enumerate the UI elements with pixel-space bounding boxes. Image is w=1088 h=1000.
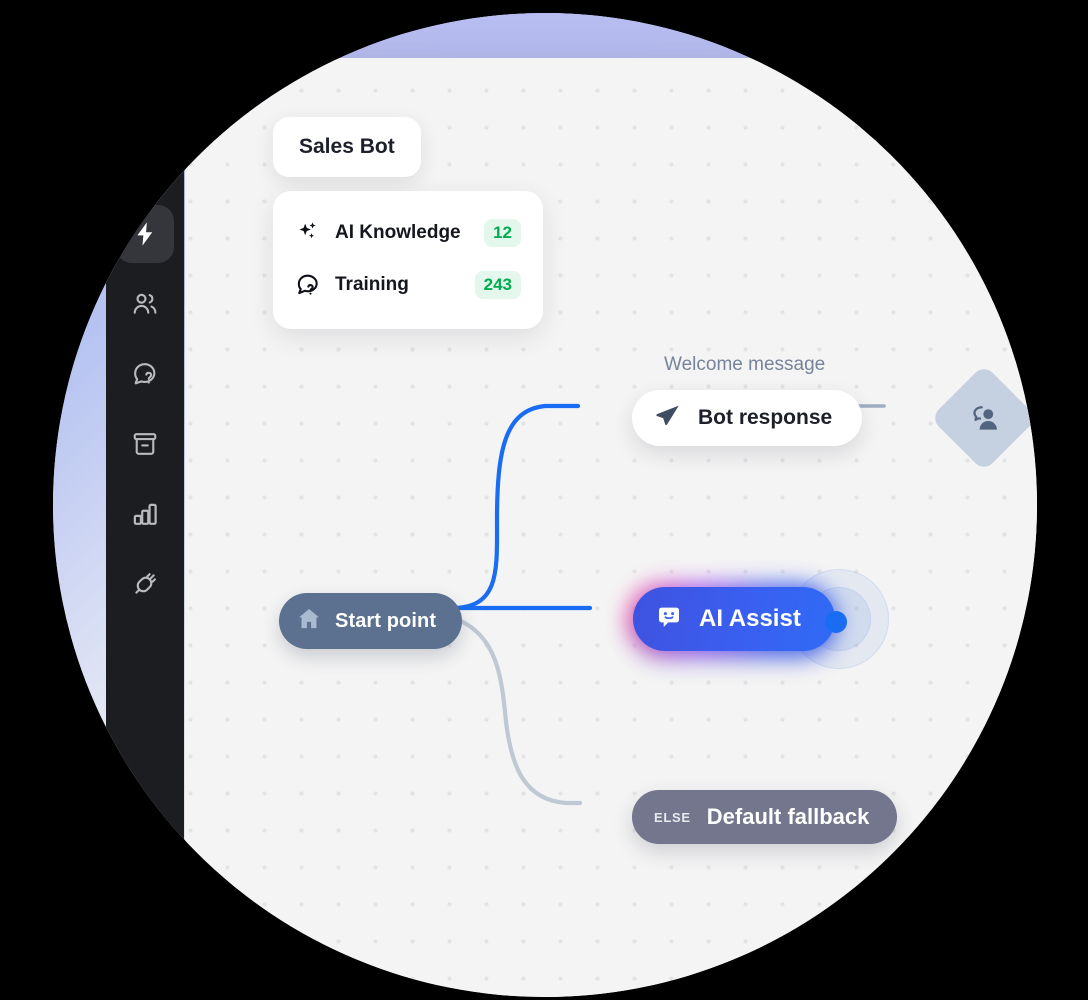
chat-question-icon bbox=[131, 360, 159, 388]
badge-training-count: 243 bbox=[474, 271, 521, 299]
sidebar-item-integrations[interactable] bbox=[116, 555, 174, 613]
node-fallback-prefix: ELSE bbox=[654, 809, 691, 825]
chat-question-icon bbox=[295, 272, 329, 298]
sidebar-item-analytics[interactable] bbox=[116, 485, 174, 543]
sidebar-item-users[interactable] bbox=[116, 275, 174, 333]
bot-name-chip[interactable]: Sales Bot bbox=[273, 117, 421, 177]
flow-nodes-layer: Welcome message Start point Bot response bbox=[53, 13, 1037, 997]
bot-info-card: AI Knowledge 12 Training 243 bbox=[273, 191, 543, 329]
sidebar-item-chats[interactable] bbox=[116, 345, 174, 403]
paper-plane-icon bbox=[654, 402, 682, 435]
plug-icon bbox=[131, 570, 159, 598]
home-icon bbox=[295, 605, 323, 638]
sidebar-logo[interactable] bbox=[116, 119, 174, 195]
app-sidebar bbox=[106, 101, 184, 997]
welcome-message-label: Welcome message bbox=[664, 354, 826, 375]
node-fallback-label: Default fallback bbox=[706, 804, 870, 829]
archive-box-icon bbox=[131, 430, 159, 458]
illustration-stage: Sales Bot AI Knowledge 12 Training 243 W… bbox=[0, 0, 1088, 1000]
sidebar-item-automations[interactable] bbox=[116, 205, 174, 263]
chat-bubble-smile-icon bbox=[653, 601, 685, 638]
circular-backdrop: Sales Bot AI Knowledge 12 Training 243 W… bbox=[53, 13, 1037, 997]
node-ai-assist-wrapper: AI Assist bbox=[619, 569, 909, 669]
bot-name-label: Sales Bot bbox=[299, 135, 395, 158]
person-speech-icon bbox=[967, 401, 1001, 435]
node-bot-response[interactable]: Bot response bbox=[632, 390, 863, 446]
node-ai-assist-label: AI Assist bbox=[699, 605, 801, 632]
sidebar-item-archive[interactable] bbox=[116, 415, 174, 473]
node-agent-handover[interactable] bbox=[930, 364, 1037, 472]
info-row-ai-knowledge[interactable]: AI Knowledge 12 bbox=[295, 207, 521, 259]
node-ai-assist[interactable]: AI Assist bbox=[633, 587, 835, 651]
lightning-bolt-icon bbox=[131, 220, 159, 248]
info-label-ai-knowledge: AI Knowledge bbox=[335, 222, 461, 243]
node-bot-response-label: Bot response bbox=[698, 406, 833, 429]
bar-chart-icon bbox=[131, 500, 159, 528]
ai-assist-output-port[interactable] bbox=[825, 611, 847, 633]
node-default-fallback[interactable]: ELSE Default fallback bbox=[632, 790, 898, 844]
users-icon bbox=[131, 290, 159, 318]
node-start-point[interactable]: Start point bbox=[279, 593, 463, 649]
info-row-training[interactable]: Training 243 bbox=[295, 259, 521, 311]
chatbot-logo-icon bbox=[116, 119, 174, 177]
node-start-point-label: Start point bbox=[335, 609, 437, 632]
sparkle-icon bbox=[295, 220, 329, 246]
badge-ai-knowledge-count: 12 bbox=[484, 219, 521, 247]
info-label-training: Training bbox=[335, 274, 409, 295]
